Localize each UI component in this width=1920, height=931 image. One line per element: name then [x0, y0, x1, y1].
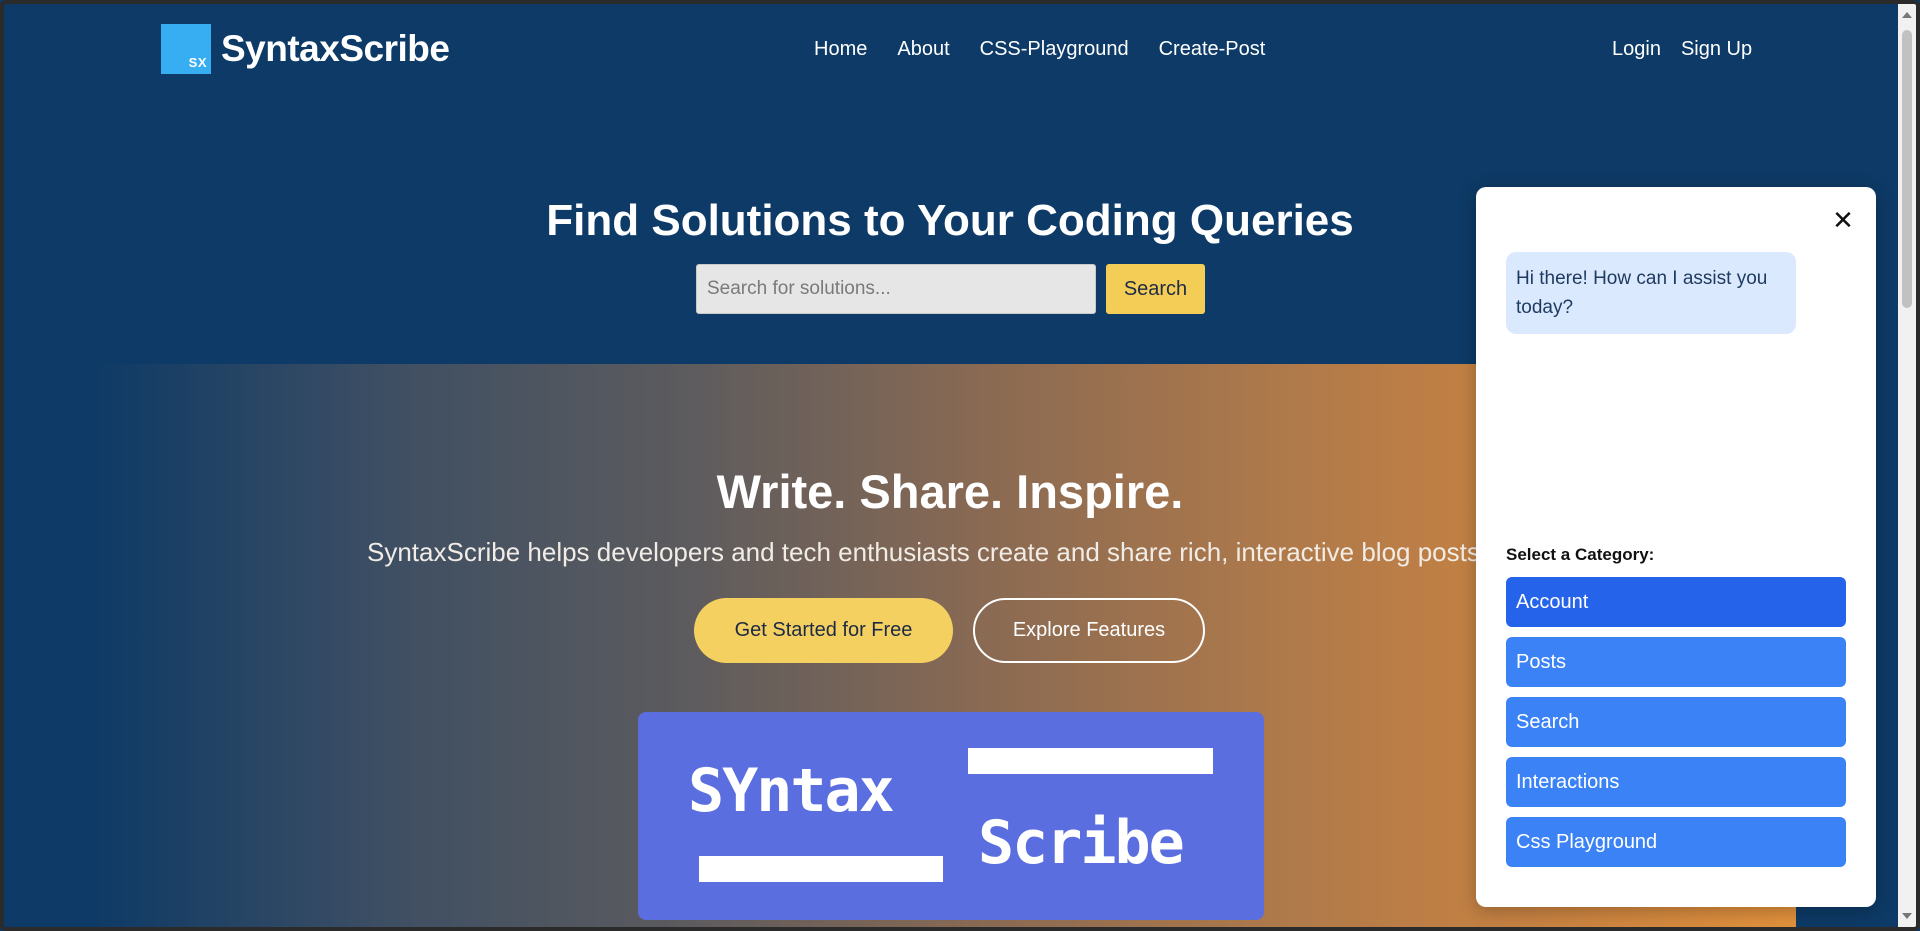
search-bar: Search: [696, 264, 1205, 314]
auth-nav: Login Sign Up: [1612, 38, 1752, 61]
banner-bar-top: [968, 748, 1213, 774]
brand-logo-icon: SX: [161, 24, 211, 74]
search-input[interactable]: [696, 264, 1096, 314]
brand-logo-text: SX: [188, 55, 207, 70]
scroll-down-icon[interactable]: [1902, 913, 1912, 919]
banner-bar-bottom: [699, 856, 943, 882]
category-search[interactable]: Search: [1506, 697, 1846, 747]
category-interactions[interactable]: Interactions: [1506, 757, 1846, 807]
search-button[interactable]: Search: [1106, 264, 1205, 314]
syntaxscribe-banner-image: SYntax Scribe: [638, 712, 1264, 920]
brand-name: SyntaxScribe: [221, 28, 450, 69]
chat-greeting-bubble: Hi there! How can I assist you today?: [1506, 252, 1796, 334]
banner-word-syntax: SYntax: [688, 756, 895, 826]
banner-word-scribe: Scribe: [978, 808, 1185, 878]
close-icon[interactable]: ✕: [1828, 205, 1858, 235]
nav-about[interactable]: About: [897, 38, 949, 61]
category-list: Account Posts Search Interactions Css Pl…: [1506, 577, 1846, 877]
category-posts[interactable]: Posts: [1506, 637, 1846, 687]
page-scrollbar[interactable]: [1898, 4, 1916, 927]
cta-row: Get Started for Free Explore Features: [694, 598, 1205, 663]
signup-link[interactable]: Sign Up: [1681, 38, 1752, 61]
main-nav: Home About CSS-Playground Create-Post: [814, 38, 1265, 61]
category-account[interactable]: Account: [1506, 577, 1846, 627]
login-link[interactable]: Login: [1612, 38, 1661, 61]
nav-css-playground[interactable]: CSS-Playground: [980, 38, 1129, 61]
get-started-button[interactable]: Get Started for Free: [694, 598, 953, 663]
section-subtitle: SyntaxScribe helps developers and tech e…: [367, 537, 1477, 567]
category-css-playground[interactable]: Css Playground: [1506, 817, 1846, 867]
nav-create-post[interactable]: Create-Post: [1159, 38, 1266, 61]
scroll-thumb[interactable]: [1902, 30, 1912, 308]
nav-home[interactable]: Home: [814, 38, 867, 61]
category-label: Select a Category:: [1506, 545, 1655, 564]
brand-logo-link[interactable]: SX SyntaxScribe: [161, 24, 450, 74]
explore-features-button[interactable]: Explore Features: [973, 598, 1205, 663]
scroll-up-icon[interactable]: [1902, 12, 1912, 18]
chat-panel: ✕ Hi there! How can I assist you today? …: [1476, 187, 1876, 907]
